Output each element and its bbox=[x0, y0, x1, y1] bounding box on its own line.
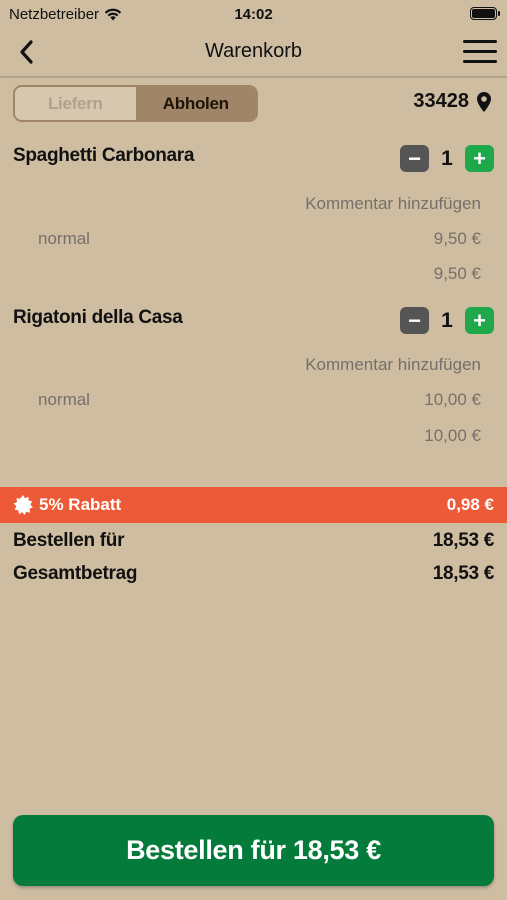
status-time: 14:02 bbox=[234, 6, 273, 23]
tab-abholen[interactable]: Abholen bbox=[135, 87, 256, 120]
tab-liefern[interactable]: Liefern bbox=[15, 87, 136, 120]
item-line-total: 9,50 € bbox=[433, 264, 481, 283]
discount-badge-icon bbox=[13, 495, 33, 515]
item-variant-price: 10,00 € bbox=[424, 390, 481, 409]
grand-total-amount: 18,53 € bbox=[432, 563, 495, 584]
place-order-button[interactable]: Bestellen für 18,53 € bbox=[13, 815, 494, 886]
discount-amount: 0,98 € bbox=[446, 495, 494, 514]
item-variant-price: 9,50 € bbox=[433, 229, 481, 248]
hamburger-menu-icon[interactable] bbox=[463, 40, 497, 64]
increase-quantity-button[interactable]: + bbox=[465, 307, 494, 334]
grand-total-row: Gesamtbetrag 18,53 € bbox=[13, 563, 494, 585]
navigation-bar: Warenkorb bbox=[0, 28, 507, 78]
order-total-amount: 18,53 € bbox=[432, 530, 495, 551]
decrease-quantity-button[interactable]: − bbox=[400, 145, 429, 172]
item-quantity: 1 bbox=[441, 146, 453, 170]
battery-icon bbox=[470, 7, 500, 20]
quantity-stepper: − 1 + bbox=[400, 145, 494, 172]
item-name: Spaghetti Carbonara bbox=[13, 145, 195, 166]
add-comment-link[interactable]: Kommentar hinzufügen bbox=[305, 194, 481, 214]
item-line-total: 10,00 € bbox=[424, 426, 481, 445]
decrease-quantity-button[interactable]: − bbox=[400, 307, 429, 334]
discount-label: 5% Rabatt bbox=[39, 495, 122, 514]
increase-quantity-button[interactable]: + bbox=[465, 145, 494, 172]
status-bar: Netzbetreiber 14:02 bbox=[0, 0, 507, 28]
quantity-stepper: − 1 + bbox=[400, 307, 494, 334]
item-name: Rigatoni della Casa bbox=[13, 307, 183, 328]
location-pin-icon bbox=[477, 91, 491, 112]
grand-total-label: Gesamtbetrag bbox=[13, 563, 138, 584]
postal-code: 33428 bbox=[413, 90, 469, 112]
location-selector[interactable]: 33428 bbox=[413, 90, 491, 113]
item-variant: normal bbox=[38, 229, 90, 248]
delivery-mode-segmented-control: Liefern Abholen bbox=[13, 85, 258, 122]
item-variant: normal bbox=[38, 390, 90, 409]
page-title: Warenkorb bbox=[204, 40, 303, 62]
order-total-row: Bestellen für 18,53 € bbox=[13, 530, 494, 552]
add-comment-link[interactable]: Kommentar hinzufügen bbox=[305, 355, 481, 375]
order-total-label: Bestellen für bbox=[13, 530, 125, 551]
discount-bar: 5% Rabatt 0,98 € bbox=[0, 487, 507, 523]
item-quantity: 1 bbox=[441, 308, 453, 332]
